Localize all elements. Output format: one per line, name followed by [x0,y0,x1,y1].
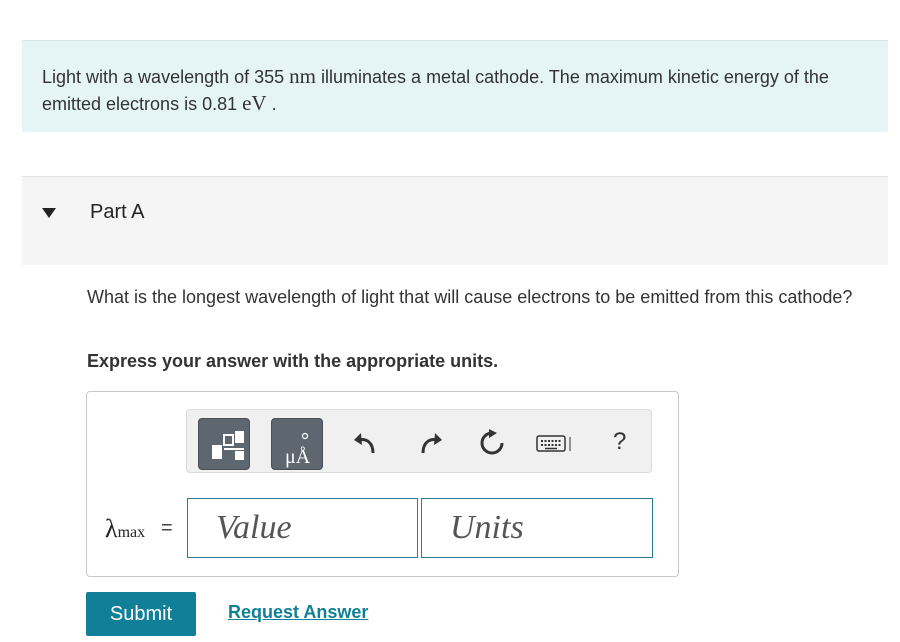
variable-subscript: max [117,524,146,541]
units-icon: μÅ [285,432,311,468]
keyboard-icon[interactable] [535,428,571,458]
help-icon[interactable]: ? [613,428,626,456]
unit-nm: nm [289,64,317,88]
submit-button[interactable]: Submit [86,592,196,636]
part-title: Part A [90,201,145,223]
value-input[interactable]: Value [187,498,418,558]
problem-statement: Light with a wavelength of 355 nm illumi… [22,40,888,132]
redo-icon[interactable] [415,428,445,458]
collapse-caret-icon[interactable] [42,208,56,218]
undo-icon[interactable] [351,428,381,458]
answer-instruction: Express your answer with the appropriate… [87,351,499,371]
problem-text-1: Light with a wavelength of 355 [42,67,290,87]
part-a-header[interactable]: Part A [22,176,888,265]
question-text: What is the longest wavelength of light … [87,287,853,307]
units-button-text: μÅ [285,446,311,468]
equals-sign: = [161,517,173,539]
templates-icon [212,431,244,460]
templates-button[interactable] [198,418,250,470]
unit-ev: eV [242,91,267,115]
lambda-symbol: λ [105,514,118,543]
answer-box: μÅ ? λmax = Value Units [86,391,679,577]
units-button[interactable]: μÅ [271,418,323,470]
reset-icon[interactable] [477,428,507,458]
units-input[interactable]: Units [421,498,653,558]
problem-text-3: . [266,94,277,114]
answer-variable: λmax [105,514,145,544]
math-toolbar: μÅ ? [186,409,652,473]
request-answer-link[interactable]: Request Answer [228,602,368,623]
